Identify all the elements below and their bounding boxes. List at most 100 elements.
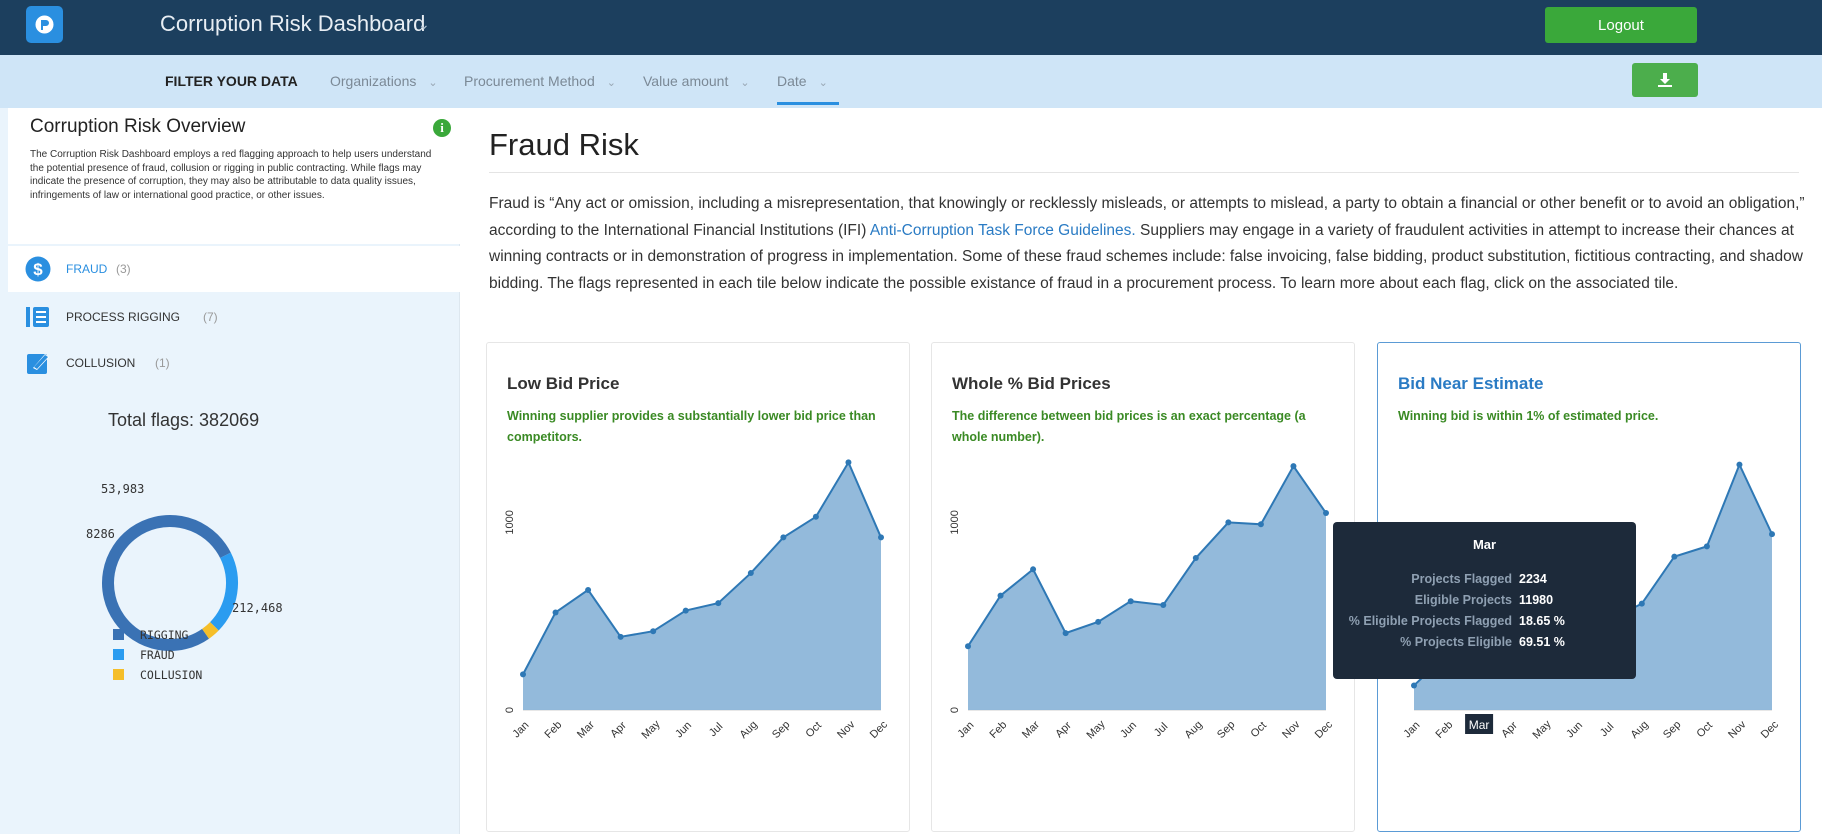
- data-point[interactable]: [617, 633, 624, 640]
- logout-button[interactable]: Logout: [1545, 7, 1697, 43]
- tile-title: Low Bid Price: [507, 374, 620, 393]
- overview-description: The Corruption Risk Dashboard employs a …: [30, 149, 432, 201]
- filter-tab-label: Organizations: [330, 73, 417, 89]
- tile-subtitle: Winning bid is within 1% of estimated pr…: [1398, 409, 1659, 423]
- data-point[interactable]: [552, 609, 559, 616]
- x-tick-label: Sep: [770, 719, 792, 741]
- x-tick-label: Apr: [1499, 719, 1520, 740]
- app-logo-icon[interactable]: [26, 6, 63, 43]
- info-icon[interactable]: i: [433, 119, 451, 137]
- x-tick-label: Apr: [608, 719, 629, 740]
- tooltip-value: 69.51 %: [1519, 635, 1565, 649]
- top-navbar: Corruption Risk Dashboard ⌄ Logout: [0, 0, 1822, 55]
- chevron-down-icon: ⌄: [818, 77, 828, 89]
- data-point[interactable]: [1290, 463, 1297, 470]
- data-point[interactable]: [585, 586, 592, 593]
- svg-text:$: $: [33, 260, 43, 279]
- app-title[interactable]: Corruption Risk Dashboard: [160, 11, 425, 37]
- x-tick-label: Aug: [1629, 719, 1651, 741]
- tile-title: Bid Near Estimate: [1398, 374, 1544, 393]
- tile-title: Whole % Bid Prices: [952, 374, 1111, 393]
- overview-title: Corruption Risk Overview: [30, 116, 246, 137]
- x-tick-label: Jan: [955, 719, 976, 740]
- data-point[interactable]: [1257, 521, 1264, 528]
- legend-swatch: [113, 629, 124, 640]
- sidebar-item-fraud[interactable]: $ FRAUD (3): [8, 246, 460, 292]
- tooltip-label: % Eligible Projects Flagged: [1348, 614, 1512, 628]
- collusion-icon: [27, 354, 49, 374]
- data-point[interactable]: [1638, 600, 1645, 607]
- y-tick-label: 0: [504, 707, 516, 713]
- x-tick-label: Dec: [1759, 718, 1782, 741]
- rigging-icon: [26, 307, 49, 327]
- download-icon: [1658, 73, 1672, 87]
- x-tick-label: Oct: [803, 720, 824, 741]
- data-point[interactable]: [1769, 531, 1775, 538]
- data-point[interactable]: [878, 534, 884, 541]
- x-tick-label: Jul: [707, 721, 725, 739]
- x-tick-label: Apr: [1053, 719, 1074, 740]
- sidebar-item-count: (1): [155, 356, 170, 370]
- x-tick-label: Sep: [1661, 719, 1683, 741]
- x-tick-label: Feb: [987, 719, 1009, 741]
- data-point[interactable]: [1192, 555, 1199, 562]
- y-tick-label: 1000: [504, 510, 516, 534]
- data-point[interactable]: [845, 459, 852, 466]
- filter-heading: FILTER YOUR DATA: [165, 73, 298, 89]
- page-description: Fraud is “Any act or omission, including…: [489, 191, 1807, 297]
- data-point[interactable]: [650, 628, 657, 635]
- data-point[interactable]: [520, 671, 526, 678]
- chevron-down-icon[interactable]: ⌄: [418, 16, 430, 33]
- data-point[interactable]: [1030, 566, 1037, 573]
- tooltip-label: Eligible Projects: [1414, 593, 1512, 607]
- legend-label: COLLUSION: [140, 668, 203, 682]
- active-tab-indicator: [777, 102, 839, 105]
- filter-tab-organizations[interactable]: Organizations ⌄: [330, 73, 438, 89]
- sidebar-item-label: COLLUSION: [66, 356, 136, 370]
- x-tick-label: Nov: [1726, 718, 1749, 741]
- data-point[interactable]: [1160, 601, 1167, 608]
- data-point[interactable]: [812, 513, 819, 520]
- x-tick-label: Dec: [868, 718, 891, 741]
- data-point[interactable]: [780, 534, 787, 541]
- x-tick-label: Mar: [1020, 719, 1042, 741]
- x-tick-label: Dec: [1313, 718, 1336, 741]
- x-tick-label: Oct: [1694, 720, 1715, 741]
- legend-swatch: [113, 669, 124, 680]
- data-point[interactable]: [1062, 630, 1069, 637]
- tile-low-bid-price[interactable]: 0 1000 Jan Feb Mar Apr May Jun Jul Aug Sep Oct Nov De…: [486, 342, 910, 832]
- sidebar-item-label: PROCESS RIGGING: [66, 310, 181, 324]
- filter-tab-date[interactable]: Date ⌄: [777, 73, 828, 89]
- guidelines-link[interactable]: Anti-Corruption Task Force Guidelines.: [870, 222, 1136, 239]
- x-tick-label: Mar: [575, 719, 597, 741]
- sidebar-item-collusion[interactable]: COLLUSION (1): [8, 340, 460, 386]
- x-tick-label: Jun: [1118, 719, 1139, 740]
- data-point[interactable]: [1095, 618, 1102, 625]
- data-point[interactable]: [1671, 553, 1678, 560]
- data-point[interactable]: [747, 570, 754, 577]
- data-point[interactable]: [997, 592, 1004, 599]
- data-point[interactable]: [1127, 598, 1134, 605]
- sidebar-item-process-rigging[interactable]: PROCESS RIGGING (7): [8, 294, 460, 340]
- tile-whole-percent-bid-prices[interactable]: 0 1000 Jan Feb Mar Apr May Jun Jul Aug Sep Oct Nov De…: [931, 342, 1355, 832]
- sidebar-item-label: FRAUD: [66, 262, 108, 276]
- data-point[interactable]: [1323, 510, 1329, 517]
- download-button[interactable]: [1632, 63, 1698, 97]
- data-point[interactable]: [682, 607, 689, 614]
- filter-bar: FILTER YOUR DATA Organizations ⌄ Procurem…: [0, 55, 1822, 108]
- x-tick-label: Feb: [542, 719, 564, 741]
- x-tick-label: May: [1084, 718, 1108, 742]
- legend-label: FRAUD: [140, 648, 175, 662]
- data-point[interactable]: [715, 600, 722, 607]
- x-tick-label: Sep: [1215, 719, 1237, 741]
- data-point[interactable]: [965, 643, 971, 650]
- data-point[interactable]: [1703, 543, 1710, 550]
- sidebar-item-count: (3): [116, 262, 131, 276]
- data-point[interactable]: [1225, 519, 1232, 526]
- filter-tab-procurement-method[interactable]: Procurement Method ⌄: [464, 73, 616, 89]
- data-point[interactable]: [1736, 461, 1743, 468]
- x-tick-label: Feb: [1433, 719, 1455, 741]
- tooltip-row: % Projects Eligible 69.51 %: [1333, 635, 1636, 651]
- data-point[interactable]: [1411, 682, 1417, 689]
- filter-tab-value-amount[interactable]: Value amount ⌄: [643, 73, 750, 89]
